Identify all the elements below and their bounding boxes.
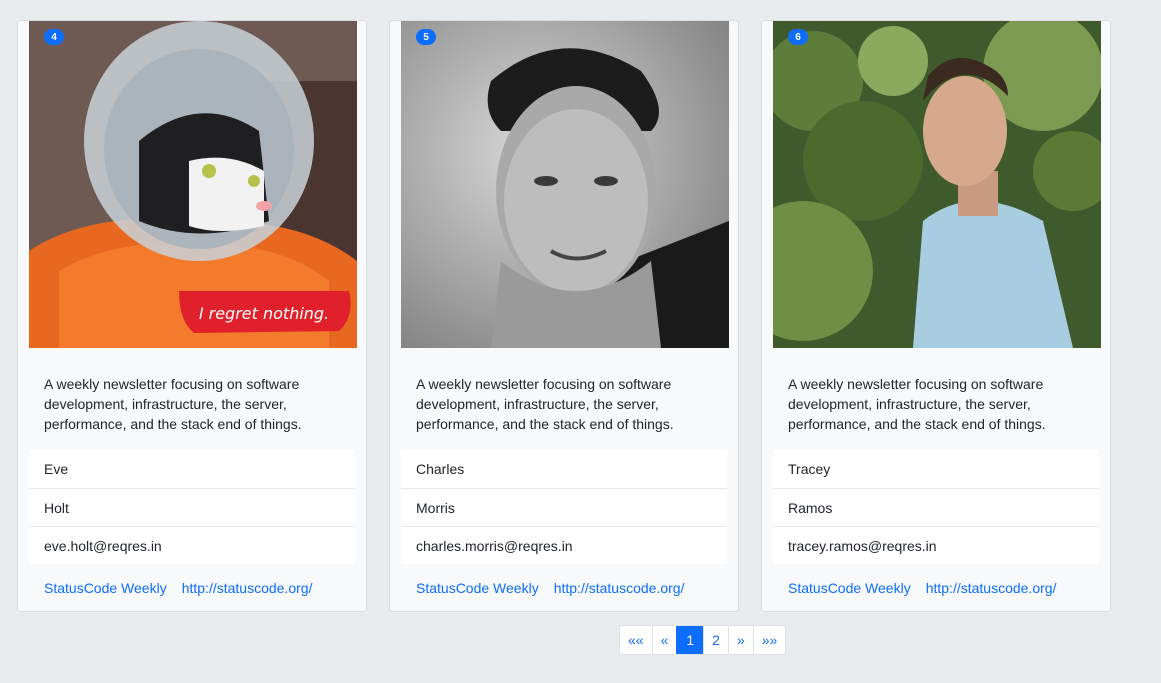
user-id-badge: 4 — [44, 29, 64, 45]
card-links: StatusCode Weekly http://statuscode.org/ — [773, 580, 1099, 596]
user-details-list: Charles Morris charles.morris@reqres.in — [401, 450, 727, 564]
page-1-button[interactable]: 1 — [676, 626, 704, 654]
user-card-list: I regret nothing. 4 A weekly newsletter … — [17, 20, 1111, 612]
website-link[interactable]: http://statuscode.org/ — [182, 580, 313, 596]
user-card: 6 A weekly newsletter focusing on softwa… — [761, 20, 1111, 612]
card-description: A weekly newsletter focusing on software… — [44, 376, 302, 432]
website-link[interactable]: http://statuscode.org/ — [554, 580, 685, 596]
email: tracey.ramos@reqres.in — [773, 526, 1099, 564]
next-page-button[interactable]: » — [727, 626, 753, 654]
user-card: 5 A weekly newsletter focusing on softwa… — [389, 20, 739, 612]
avatar — [773, 21, 1101, 348]
newsletter-link[interactable]: StatusCode Weekly — [788, 580, 911, 596]
first-page-button[interactable]: «« — [620, 626, 652, 654]
user-id-badge: 5 — [416, 29, 436, 45]
last-page-button[interactable]: »» — [752, 626, 786, 654]
pagination: «« « 1 2 » »» — [619, 625, 787, 655]
user-details-list: Tracey Ramos tracey.ramos@reqres.in — [773, 450, 1099, 564]
first-name: Tracey — [788, 461, 831, 477]
user-card: I regret nothing. 4 A weekly newsletter … — [17, 20, 367, 612]
page-2-button[interactable]: 2 — [703, 626, 728, 654]
last-name: Morris — [401, 488, 727, 526]
newsletter-link[interactable]: StatusCode Weekly — [416, 580, 539, 596]
photo-caption: I regret nothing. — [199, 304, 329, 323]
card-links: StatusCode Weekly http://statuscode.org/ — [401, 580, 727, 596]
email: eve.holt@reqres.in — [29, 526, 355, 564]
user-details-list: Eve Holt eve.holt@reqres.in — [29, 450, 355, 564]
email: charles.morris@reqres.in — [401, 526, 727, 564]
last-name: Ramos — [773, 488, 1099, 526]
card-links: StatusCode Weekly http://statuscode.org/ — [29, 580, 355, 596]
last-name: Holt — [29, 488, 355, 526]
avatar: I regret nothing. — [29, 21, 357, 348]
card-description: A weekly newsletter focusing on software… — [788, 376, 1046, 432]
prev-page-button[interactable]: « — [651, 626, 677, 654]
card-description: A weekly newsletter focusing on software… — [416, 376, 674, 432]
avatar — [401, 21, 729, 348]
first-name: Charles — [416, 461, 465, 477]
newsletter-link[interactable]: StatusCode Weekly — [44, 580, 167, 596]
user-id-badge: 6 — [788, 29, 808, 45]
website-link[interactable]: http://statuscode.org/ — [926, 580, 1057, 596]
first-name: Eve — [44, 461, 69, 477]
